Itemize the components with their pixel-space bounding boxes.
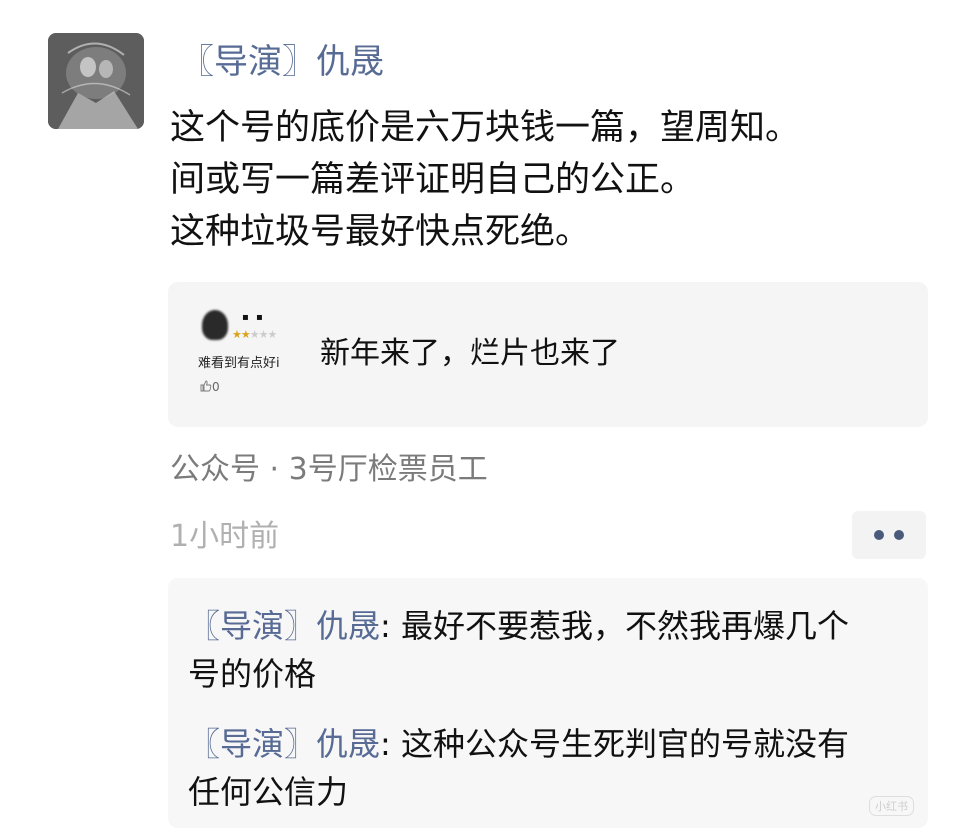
replies-section: 〖导演〗仇晟: 最好不要惹我，不然我再爆几个 号的价格 〖导演〗仇晟: 这种公众…	[168, 578, 928, 828]
source-line: 公众号 · 3号厅检票员工	[170, 452, 488, 487]
author-avatar[interactable]	[48, 33, 144, 129]
comment-author-name[interactable]: 〖导演〗仇晟	[180, 38, 384, 86]
thumbs-up-icon	[200, 380, 212, 392]
rating-stars-icon: ★★★★★	[232, 328, 278, 341]
more-dot-icon	[894, 530, 904, 540]
likes-count: 0	[212, 380, 220, 394]
blurred-avatar	[202, 310, 228, 340]
reply-author[interactable]: 〖导演〗仇晟	[188, 725, 380, 763]
reply-item[interactable]: 〖导演〗仇晟: 最好不要惹我，不然我再爆几个 号的价格	[188, 602, 918, 698]
quoted-article-title: 新年来了，烂片也来了	[320, 336, 620, 371]
thumb-likes: 0	[200, 380, 220, 394]
reply-text-cont: 号的价格	[188, 655, 317, 693]
more-dot-icon	[874, 530, 884, 540]
reply-text-cont: 任何公信力	[188, 773, 349, 811]
quoted-article-card[interactable]: ▪ ▪ ★★★★★ 难看到有点好i 0 新年来了，烂片也来了	[168, 282, 928, 427]
reply-author[interactable]: 〖导演〗仇晟	[188, 607, 380, 645]
comment-content: 这个号的底价是六万块钱一篇，望周知。 间或写一篇差评证明自己的公正。 这种垃圾号…	[170, 102, 800, 258]
reply-text: 这种公众号生死判官的号就没有	[400, 725, 849, 763]
stars-off: ★★★	[249, 328, 278, 341]
thumb-dots: ▪ ▪	[242, 312, 265, 323]
comment-line: 这个号的底价是六万块钱一篇，望周知。	[170, 108, 801, 148]
more-options-button[interactable]	[852, 511, 926, 559]
timestamp: 1小时前	[170, 519, 280, 554]
watermark: 小红书	[869, 796, 914, 816]
comment-line: 间或写一篇差评证明自己的公正。	[170, 160, 696, 200]
stars-on: ★★	[232, 328, 251, 341]
comment-line: 这种垃圾号最好快点死绝。	[170, 212, 591, 252]
article-thumbnail: ▪ ▪ ★★★★★ 难看到有点好i 0	[196, 304, 308, 404]
reply-text: 最好不要惹我，不然我再爆几个	[400, 607, 849, 645]
thumb-snippet: 难看到有点好i	[198, 356, 280, 371]
reply-item[interactable]: 〖导演〗仇晟: 这种公众号生死判官的号就没有 任何公信力	[188, 720, 918, 816]
